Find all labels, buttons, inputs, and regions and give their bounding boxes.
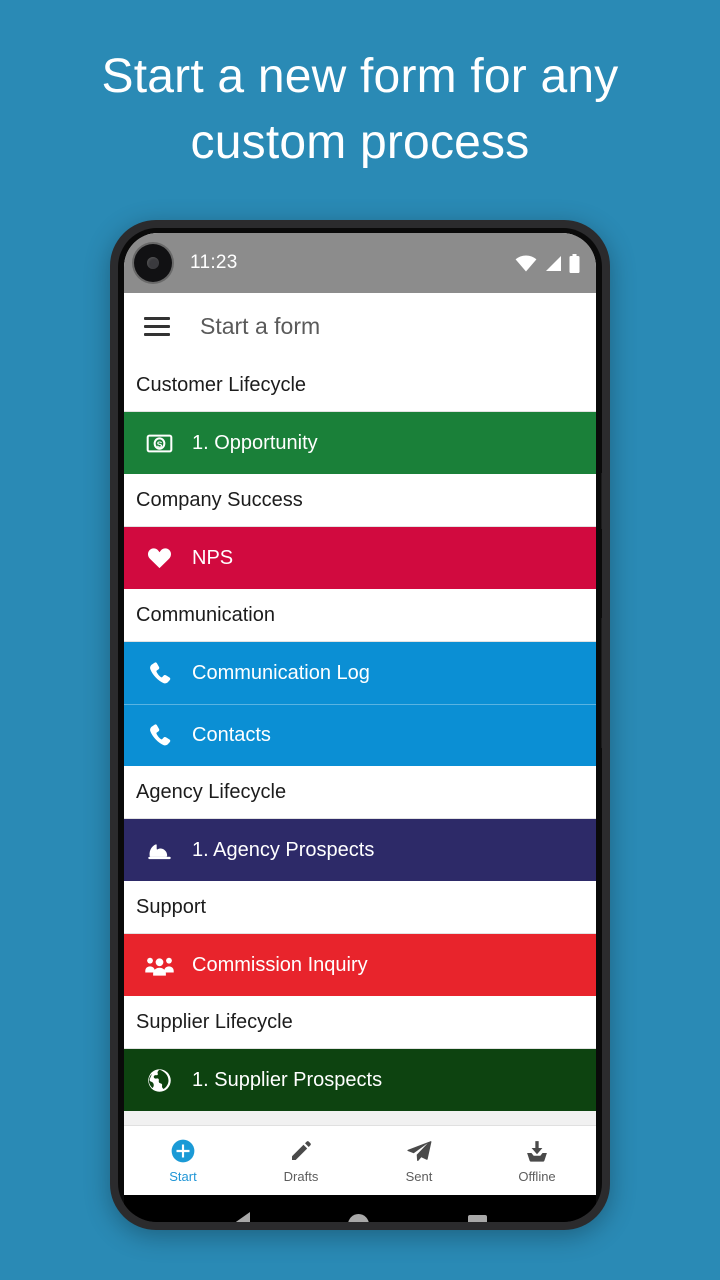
section-header: Communication <box>124 589 596 642</box>
bottom-nav-item-start[interactable]: Start <box>124 1126 242 1195</box>
money-banknote-icon: S <box>136 430 182 457</box>
wifi-icon <box>515 255 537 272</box>
battery-icon <box>569 253 580 273</box>
volume-button[interactable] <box>601 618 602 748</box>
back-triangle-icon[interactable] <box>233 1212 251 1222</box>
bottom-nav-item-offline[interactable]: Offline <box>478 1126 596 1195</box>
form-row[interactable]: Communication Log <box>124 642 596 704</box>
power-button[interactable] <box>601 473 602 529</box>
pencil-icon <box>289 1137 313 1165</box>
form-row-label: 1. Agency Prospects <box>192 838 375 861</box>
section-header: Support <box>124 881 596 934</box>
phone-screen: 11:23 Start a form Customer Lifecycle S … <box>124 233 596 1195</box>
download-tray-icon <box>524 1137 550 1165</box>
hamburger-menu-icon[interactable] <box>144 316 170 336</box>
signal-icon <box>544 255 562 272</box>
form-list[interactable]: Customer Lifecycle S 1. Opportunity Company… <box>124 359 596 1125</box>
svg-text:S: S <box>156 439 162 449</box>
form-row[interactable]: NPS <box>124 527 596 589</box>
camera-lens <box>147 257 159 269</box>
heart-icon <box>136 545 182 572</box>
phone-icon <box>136 660 182 687</box>
section-header: Company Success <box>124 474 596 527</box>
bottom-nav-label: Start <box>169 1169 197 1184</box>
section-header: Agency Lifecycle <box>124 766 596 819</box>
bottom-navigation-bar: Start Drafts Sent Offline <box>124 1125 596 1195</box>
home-circle-icon[interactable] <box>348 1213 370 1222</box>
hard-hat-icon <box>136 837 182 864</box>
front-camera-punch-hole <box>134 244 172 282</box>
bottom-nav-label: Offline <box>518 1169 556 1184</box>
form-row-label: 1. Supplier Prospects <box>192 1068 383 1091</box>
status-bar: 11:23 <box>124 233 596 293</box>
form-row-label: Communication Log <box>192 661 370 684</box>
form-row[interactable]: 1. Supplier Prospects <box>124 1049 596 1111</box>
app-bar-title: Start a form <box>200 312 321 339</box>
form-row-label: Contacts <box>192 724 271 746</box>
app-bar: Start a form <box>124 293 596 359</box>
form-row-label: 1. Opportunity <box>192 431 318 454</box>
plus-circle-icon <box>170 1137 196 1165</box>
phone-device-frame: 11:23 Start a form Customer Lifecycle S … <box>110 220 610 1230</box>
form-row[interactable]: Commission Inquiry <box>124 934 596 996</box>
phone-bezel: 11:23 Start a form Customer Lifecycle S … <box>118 228 602 1222</box>
bottom-nav-item-sent[interactable]: Sent <box>360 1126 478 1195</box>
form-row[interactable]: S 1. Opportunity <box>124 412 596 474</box>
globe-icon <box>136 1067 182 1094</box>
form-row[interactable]: 1. Agency Prospects <box>124 819 596 881</box>
phone-icon <box>136 722 182 749</box>
section-header: Supplier Lifecycle <box>124 996 596 1049</box>
bottom-nav-item-drafts[interactable]: Drafts <box>242 1126 360 1195</box>
paper-plane-icon <box>406 1137 432 1165</box>
recents-square-icon[interactable] <box>467 1214 487 1222</box>
bottom-nav-label: Sent <box>405 1169 433 1184</box>
status-bar-clock: 11:23 <box>190 252 238 273</box>
status-bar-icons <box>515 253 580 273</box>
section-header: Customer Lifecycle <box>124 359 596 412</box>
bottom-nav-label: Drafts <box>283 1169 319 1184</box>
form-row-label: NPS <box>192 546 234 569</box>
page-title: Start a new form for any custom process <box>101 50 619 169</box>
form-row-label: Commission Inquiry <box>192 953 368 976</box>
people-group-icon <box>136 952 182 979</box>
form-row[interactable]: Contacts <box>124 704 596 766</box>
android-navigation-bar <box>124 1195 596 1222</box>
